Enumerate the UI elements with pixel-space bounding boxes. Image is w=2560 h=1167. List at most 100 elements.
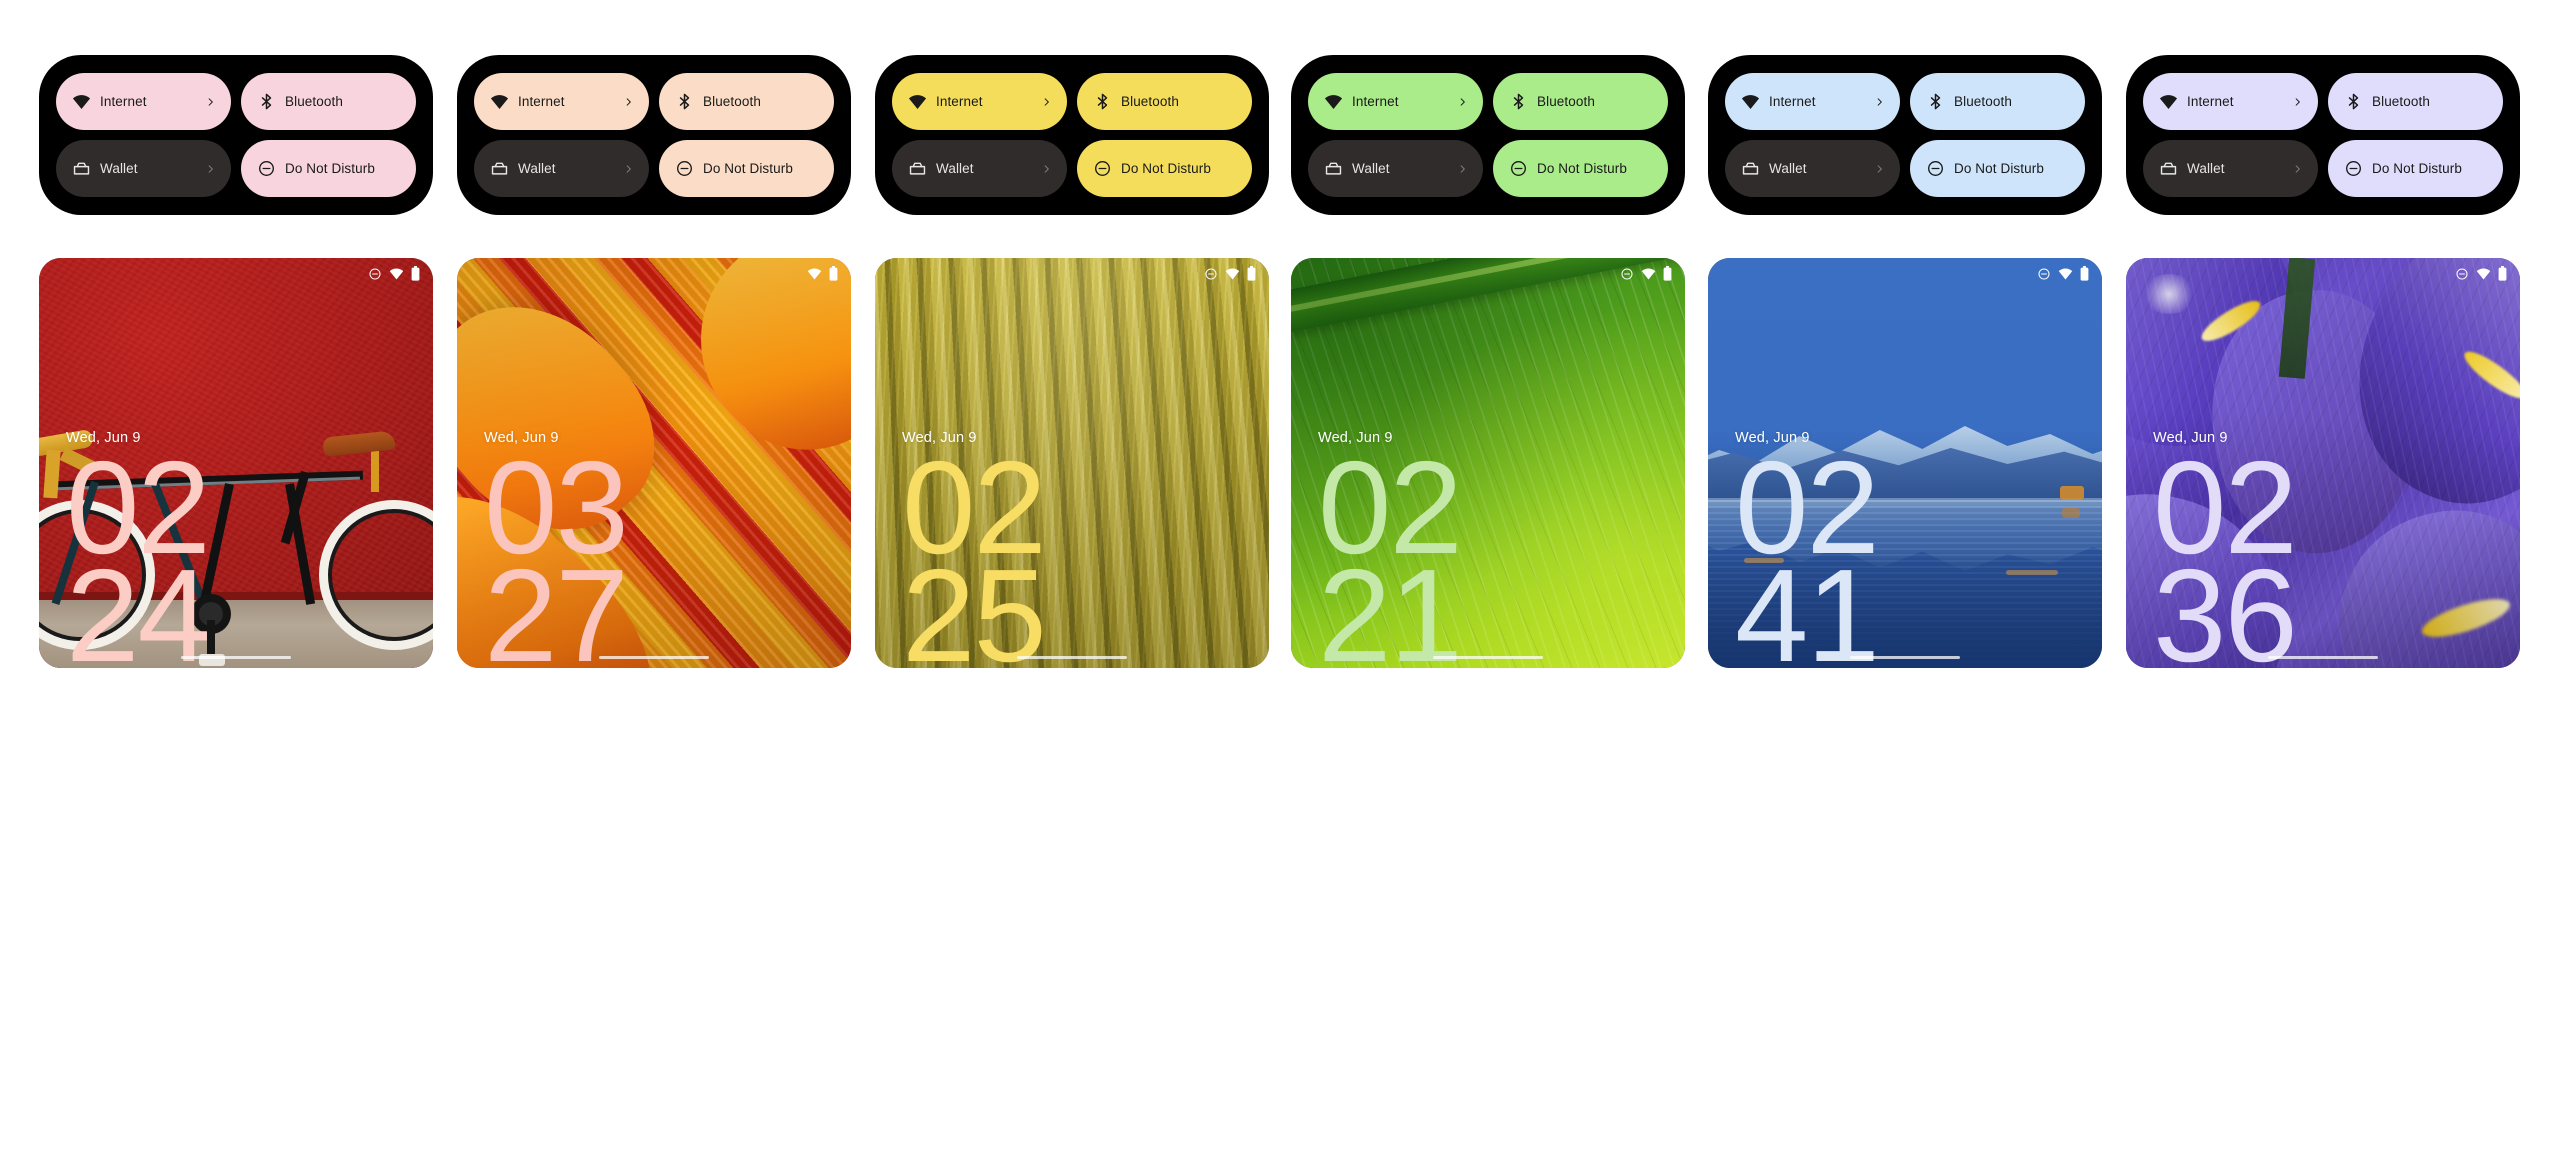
qs-tile-do-not-disturb[interactable]: Do Not Disturb bbox=[1077, 140, 1252, 197]
qs-tile-bluetooth[interactable]: Bluetooth bbox=[1910, 73, 2085, 130]
chevron-right-icon[interactable] bbox=[1874, 162, 1885, 176]
qs-tile-label: Bluetooth bbox=[703, 94, 761, 109]
home-indicator[interactable] bbox=[1433, 655, 1543, 659]
qs-row-bottom: Wallet Do Not Disturb bbox=[1308, 140, 1668, 197]
chevron-right-icon[interactable] bbox=[2292, 95, 2303, 109]
clock-minute: 24 bbox=[66, 542, 211, 668]
home-indicator[interactable] bbox=[2268, 655, 2378, 659]
theme-column: Internet Bluetooth Wallet Do Not Disturb bbox=[39, 0, 433, 1167]
qs-row-top: Internet Bluetooth bbox=[1308, 73, 1668, 130]
qs-tile-internet[interactable]: Internet bbox=[1725, 73, 1900, 130]
qs-row-top: Internet Bluetooth bbox=[2143, 73, 2503, 130]
qs-tile-label: Internet bbox=[100, 94, 147, 109]
qs-tile-wallet[interactable]: Wallet bbox=[2143, 140, 2318, 197]
clock-minute: 27 bbox=[484, 542, 629, 668]
bluetooth-icon bbox=[1509, 92, 1528, 111]
qs-tile-wallet[interactable]: Wallet bbox=[1308, 140, 1483, 197]
qs-tile-bluetooth[interactable]: Bluetooth bbox=[241, 73, 416, 130]
status-wifi-icon bbox=[2476, 266, 2491, 281]
qs-tile-label: Do Not Disturb bbox=[285, 161, 375, 176]
chevron-right-icon[interactable] bbox=[205, 95, 216, 109]
home-indicator[interactable] bbox=[181, 655, 291, 659]
theme-column: Internet Bluetooth Wallet Do Not Disturb bbox=[875, 0, 1269, 1167]
status-wifi-icon bbox=[1225, 266, 1240, 281]
qs-tile-label: Internet bbox=[518, 94, 565, 109]
lockscreen-preview[interactable]: Wed, Jun 9 02 25 bbox=[875, 258, 1269, 668]
home-indicator[interactable] bbox=[599, 655, 709, 659]
qs-tile-label: Do Not Disturb bbox=[1537, 161, 1627, 176]
chevron-right-icon[interactable] bbox=[2292, 162, 2303, 176]
qs-tile-wallet[interactable]: Wallet bbox=[474, 140, 649, 197]
status-do-not-disturb-icon bbox=[1620, 267, 1634, 281]
status-battery-icon bbox=[829, 266, 838, 281]
qs-tile-do-not-disturb[interactable]: Do Not Disturb bbox=[241, 140, 416, 197]
qs-row-bottom: Wallet Do Not Disturb bbox=[2143, 140, 2503, 197]
chevron-right-icon[interactable] bbox=[623, 95, 634, 109]
qs-tile-label: Bluetooth bbox=[1121, 94, 1179, 109]
status-wifi-icon bbox=[2058, 266, 2073, 281]
qs-tile-do-not-disturb[interactable]: Do Not Disturb bbox=[1910, 140, 2085, 197]
status-bar bbox=[1204, 266, 1256, 281]
qs-tile-label: Internet bbox=[1352, 94, 1399, 109]
chevron-right-icon[interactable] bbox=[623, 162, 634, 176]
wifi-icon bbox=[490, 92, 509, 111]
lockscreen-preview[interactable]: Wed, Jun 9 02 21 bbox=[1291, 258, 1685, 668]
qs-tile-label: Wallet bbox=[518, 161, 556, 176]
qs-tile-bluetooth[interactable]: Bluetooth bbox=[1077, 73, 1252, 130]
qs-tile-wallet[interactable]: Wallet bbox=[56, 140, 231, 197]
qs-tile-do-not-disturb[interactable]: Do Not Disturb bbox=[2328, 140, 2503, 197]
qs-tile-wallet[interactable]: Wallet bbox=[892, 140, 1067, 197]
qs-tile-internet[interactable]: Internet bbox=[892, 73, 1067, 130]
chevron-right-icon[interactable] bbox=[1457, 95, 1468, 109]
chevron-right-icon[interactable] bbox=[1457, 162, 1468, 176]
chevron-right-icon[interactable] bbox=[1041, 162, 1052, 176]
status-battery-icon bbox=[2498, 266, 2507, 281]
chevron-right-icon[interactable] bbox=[1874, 95, 1885, 109]
status-do-not-disturb-icon bbox=[1204, 267, 1218, 281]
lockscreen-preview[interactable]: Wed, Jun 9 03 27 bbox=[457, 258, 851, 668]
home-indicator[interactable] bbox=[1850, 655, 1960, 659]
status-battery-icon bbox=[1663, 266, 1672, 281]
clock-minute: 21 bbox=[1318, 542, 1463, 668]
qs-row-bottom: Wallet Do Not Disturb bbox=[1725, 140, 2085, 197]
home-indicator[interactable] bbox=[1017, 655, 1127, 659]
lockscreen-preview[interactable]: Wed, Jun 9 02 36 bbox=[2126, 258, 2520, 668]
lockscreen-preview[interactable]: Wed, Jun 9 02 41 bbox=[1708, 258, 2102, 668]
qs-tile-do-not-disturb[interactable]: Do Not Disturb bbox=[1493, 140, 1668, 197]
qs-tile-label: Wallet bbox=[2187, 161, 2225, 176]
chevron-right-icon[interactable] bbox=[205, 162, 216, 176]
qs-tile-bluetooth[interactable]: Bluetooth bbox=[2328, 73, 2503, 130]
qs-tile-label: Bluetooth bbox=[2372, 94, 2430, 109]
quick-settings-panel: Internet Bluetooth Wallet Do Not Disturb bbox=[2126, 55, 2520, 215]
theme-column: Internet Bluetooth Wallet Do Not Disturb bbox=[457, 0, 851, 1167]
status-battery-icon bbox=[2080, 266, 2089, 281]
qs-tile-internet[interactable]: Internet bbox=[2143, 73, 2318, 130]
qs-tile-bluetooth[interactable]: Bluetooth bbox=[1493, 73, 1668, 130]
chevron-right-icon[interactable] bbox=[1041, 95, 1052, 109]
status-bar bbox=[2455, 266, 2507, 281]
do-not-disturb-icon bbox=[1093, 159, 1112, 178]
lockscreen-preview[interactable]: Wed, Jun 9 02 24 bbox=[39, 258, 433, 668]
qs-tile-internet[interactable]: Internet bbox=[1308, 73, 1483, 130]
wifi-icon bbox=[2159, 92, 2178, 111]
theme-column: Internet Bluetooth Wallet Do Not Disturb bbox=[1291, 0, 1685, 1167]
qs-row-top: Internet Bluetooth bbox=[1725, 73, 2085, 130]
qs-tile-label: Do Not Disturb bbox=[2372, 161, 2462, 176]
status-bar bbox=[368, 266, 420, 281]
qs-tile-internet[interactable]: Internet bbox=[474, 73, 649, 130]
clock-minute: 25 bbox=[902, 542, 1047, 668]
themes-gallery: Internet Bluetooth Wallet Do Not Disturb bbox=[0, 0, 2560, 1167]
qs-tile-internet[interactable]: Internet bbox=[56, 73, 231, 130]
quick-settings-panel: Internet Bluetooth Wallet Do Not Disturb bbox=[1708, 55, 2102, 215]
qs-tile-bluetooth[interactable]: Bluetooth bbox=[659, 73, 834, 130]
status-bar bbox=[1620, 266, 1672, 281]
wallet-icon bbox=[490, 159, 509, 178]
wifi-icon bbox=[1324, 92, 1343, 111]
wallet-icon bbox=[2159, 159, 2178, 178]
qs-tile-label: Wallet bbox=[1769, 161, 1807, 176]
qs-row-top: Internet Bluetooth bbox=[892, 73, 1252, 130]
qs-row-bottom: Wallet Do Not Disturb bbox=[474, 140, 834, 197]
qs-tile-do-not-disturb[interactable]: Do Not Disturb bbox=[659, 140, 834, 197]
qs-tile-wallet[interactable]: Wallet bbox=[1725, 140, 1900, 197]
qs-row-top: Internet Bluetooth bbox=[56, 73, 416, 130]
